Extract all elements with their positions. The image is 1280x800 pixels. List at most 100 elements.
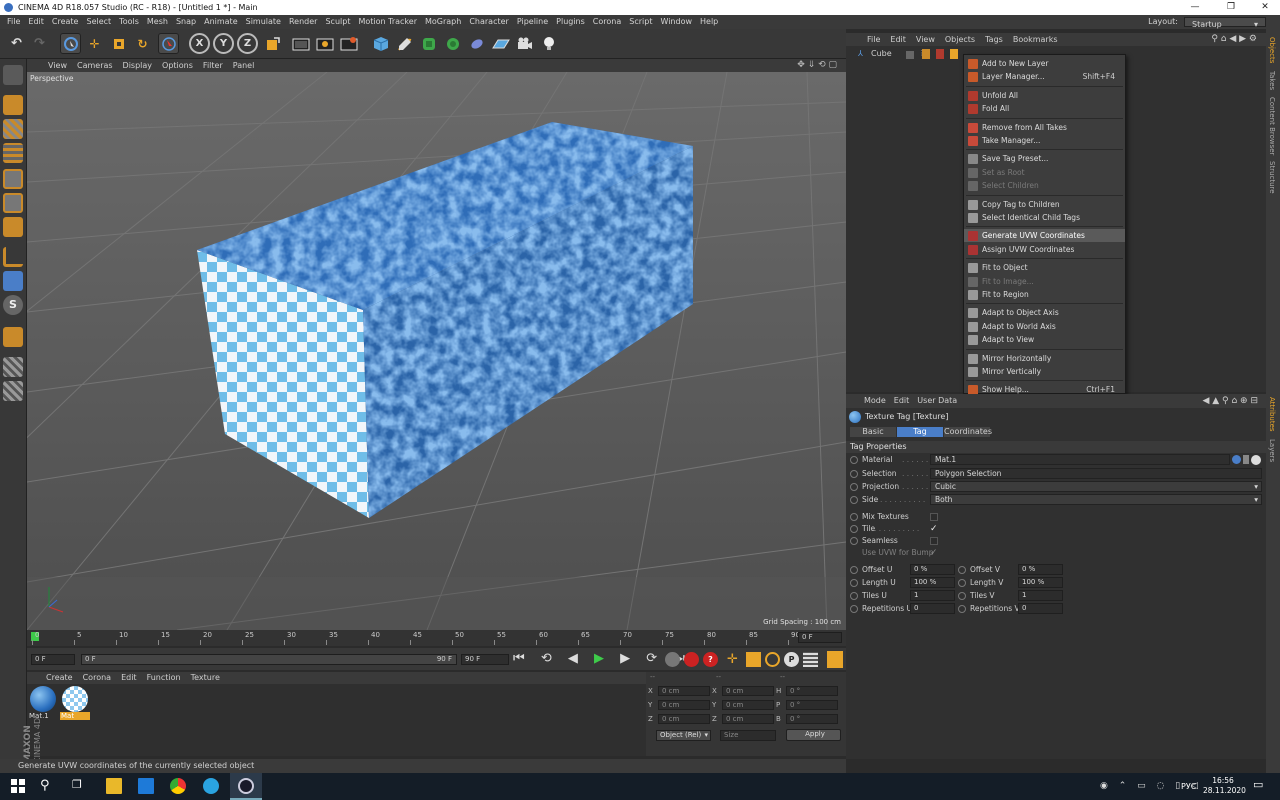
coordinate-value-field[interactable]: 0 cm	[658, 686, 710, 696]
apply-button[interactable]: Apply	[786, 729, 841, 741]
animate-dot-icon[interactable]	[850, 513, 858, 521]
system-clock[interactable]: 16:56 28.11.2020	[1203, 776, 1246, 796]
locking-workplane-icon[interactable]	[3, 327, 23, 347]
model-mode-icon[interactable]	[3, 95, 23, 115]
search-icon[interactable]: ⚲	[40, 778, 56, 794]
coordinate-value-field[interactable]: 0 °	[786, 686, 838, 696]
size-mode-dropdown[interactable]: Size	[720, 730, 776, 741]
context-menu-item-layer-manager[interactable]: Layer Manager... Shift+F4	[964, 70, 1125, 83]
coordinate-value-field[interactable]: 0 °	[786, 700, 838, 710]
edges-mode-icon[interactable]	[3, 193, 23, 213]
key-scale-icon[interactable]	[746, 652, 761, 667]
animate-dot-icon[interactable]	[850, 496, 858, 504]
end-frame-field[interactable]: 90 F	[461, 654, 509, 665]
help-keyframe-icon[interactable]: ?	[703, 652, 718, 667]
menu-tools[interactable]: Tools	[115, 15, 143, 29]
viewport-menu-display[interactable]: Display	[118, 59, 158, 72]
animate-dot-icon[interactable]	[850, 456, 858, 464]
menu-edit[interactable]: Edit	[24, 15, 48, 29]
timeline-layout-icon[interactable]	[827, 651, 843, 668]
obj-menu-tags[interactable]: Tags	[980, 33, 1008, 46]
obj-menu-bookmarks[interactable]: Bookmarks	[1008, 33, 1063, 46]
key-move-icon[interactable]: ✛	[727, 652, 742, 667]
z-axis-lock-button[interactable]: Z	[237, 33, 258, 54]
menu-select[interactable]: Select	[82, 15, 115, 29]
layout-dropdown[interactable]: Startup ▾	[1184, 17, 1266, 29]
x-axis-lock-button[interactable]: X	[189, 33, 210, 54]
enable-axis-icon[interactable]	[3, 247, 23, 267]
animate-dot-icon[interactable]	[850, 579, 858, 587]
coordinate-value-field[interactable]: 0 cm	[722, 714, 774, 724]
redo-icon[interactable]: ↷	[29, 33, 50, 54]
link-clear-icon[interactable]	[1251, 455, 1261, 465]
animate-dot-icon[interactable]	[958, 566, 966, 574]
context-menu-item-remove-from-all-takes[interactable]: Remove from All Takes	[964, 121, 1125, 134]
menu-render[interactable]: Render	[285, 15, 321, 29]
viewport-nav-icons[interactable]: ✥ ⇓ ⟲ ▢	[792, 59, 842, 72]
obj-menu-file[interactable]: File	[862, 33, 885, 46]
tile-checkbox[interactable]: ✓	[930, 523, 939, 534]
render-view-icon[interactable]	[290, 33, 311, 54]
workplane-mode-icon[interactable]	[3, 143, 23, 163]
planar-workplane-icon[interactable]	[3, 357, 23, 377]
timeline-ruler[interactable]: 0 5 10 15 20 25 30 35 40 45 50 55 60 65 70 75 80 85 90 0 F	[27, 630, 846, 646]
menu-window[interactable]: Window	[656, 15, 696, 29]
animate-dot-icon[interactable]	[850, 470, 858, 478]
notification-icon[interactable]: ▭	[1253, 778, 1269, 794]
animate-dot-icon[interactable]	[850, 605, 858, 613]
key-param-icon[interactable]: P	[784, 652, 799, 667]
menu-mesh[interactable]: Mesh	[143, 15, 172, 29]
context-menu-item-adapt-to-view[interactable]: Adapt to View	[964, 333, 1125, 346]
projection-dropdown[interactable]: Cubic ▾	[930, 481, 1262, 492]
render-settings-icon[interactable]	[338, 33, 359, 54]
tab-takes[interactable]: Takes	[1268, 71, 1276, 90]
length-v-field[interactable]: 100 %	[1018, 577, 1063, 588]
context-menu-item-mirror-vertically[interactable]: Mirror Vertically	[964, 365, 1125, 378]
animate-dot-icon[interactable]	[958, 592, 966, 600]
menu-simulate[interactable]: Simulate	[242, 15, 285, 29]
move-icon[interactable]: ✛	[84, 33, 105, 54]
coordinate-value-field[interactable]: 0 cm	[722, 700, 774, 710]
context-menu-item-add-to-new-layer[interactable]: Add to New Layer	[964, 57, 1125, 70]
context-menu-item-generate-uvw-coordinates[interactable]: Generate UVW Coordinates	[964, 229, 1125, 243]
context-menu-item-unfold-all[interactable]: Unfold All	[964, 89, 1125, 102]
scale-icon[interactable]	[108, 33, 129, 54]
context-menu-item-assign-uvw-coordinates[interactable]: Assign UVW Coordinates	[964, 243, 1125, 256]
minimize-button[interactable]: —	[1178, 0, 1212, 15]
tab-objects[interactable]: Objects	[1268, 37, 1276, 63]
key-pla-icon[interactable]	[803, 652, 818, 667]
input-language[interactable]: РУС	[1181, 782, 1196, 791]
menu-plugins[interactable]: Plugins	[552, 15, 589, 29]
animate-dot-icon[interactable]	[850, 537, 858, 545]
menu-file[interactable]: File	[3, 15, 24, 29]
select-arrow-icon[interactable]	[158, 33, 179, 54]
context-menu-item-fold-all[interactable]: Fold All	[964, 102, 1125, 115]
coordinate-value-field[interactable]: 0 cm	[658, 714, 710, 724]
attr-menu-edit[interactable]: Edit	[890, 394, 914, 408]
menu-motion-tracker[interactable]: Motion Tracker	[354, 15, 421, 29]
layer-icon[interactable]	[906, 51, 914, 59]
tweak-mode-icon[interactable]	[3, 271, 23, 291]
animate-dot-icon[interactable]	[850, 566, 858, 574]
offset-v-field[interactable]: 0 %	[1018, 564, 1063, 575]
menu-mograph[interactable]: MoGraph	[421, 15, 465, 29]
obj-menu-edit[interactable]: Edit	[885, 33, 911, 46]
restore-button[interactable]: ❐	[1214, 0, 1248, 15]
offset-u-field[interactable]: 0 %	[910, 564, 955, 575]
coordinate-value-field[interactable]: 0 cm	[722, 686, 774, 696]
polygons-mode-icon[interactable]	[3, 217, 23, 237]
repetitions-u-field[interactable]: 0	[910, 603, 955, 614]
snapping-icon[interactable]: S	[3, 295, 23, 315]
context-menu-item-copy-tag-to-children[interactable]: Copy Tag to Children	[964, 198, 1125, 211]
link-arrow-icon[interactable]	[1243, 455, 1249, 464]
menu-animate[interactable]: Animate	[200, 15, 242, 29]
context-menu-item-fit-to-object[interactable]: Fit to Object	[964, 261, 1125, 274]
deformer-icon[interactable]	[466, 33, 487, 54]
menu-pipeline[interactable]: Pipeline	[513, 15, 552, 29]
context-menu-item-save-tag-preset[interactable]: Save Tag Preset...	[964, 152, 1125, 165]
seamless-checkbox[interactable]	[930, 537, 938, 545]
menu-snap[interactable]: Snap	[172, 15, 200, 29]
animate-dot-icon[interactable]	[850, 592, 858, 600]
tab-basic[interactable]: Basic	[850, 427, 896, 437]
coordinate-value-field[interactable]: 0 cm	[658, 700, 710, 710]
